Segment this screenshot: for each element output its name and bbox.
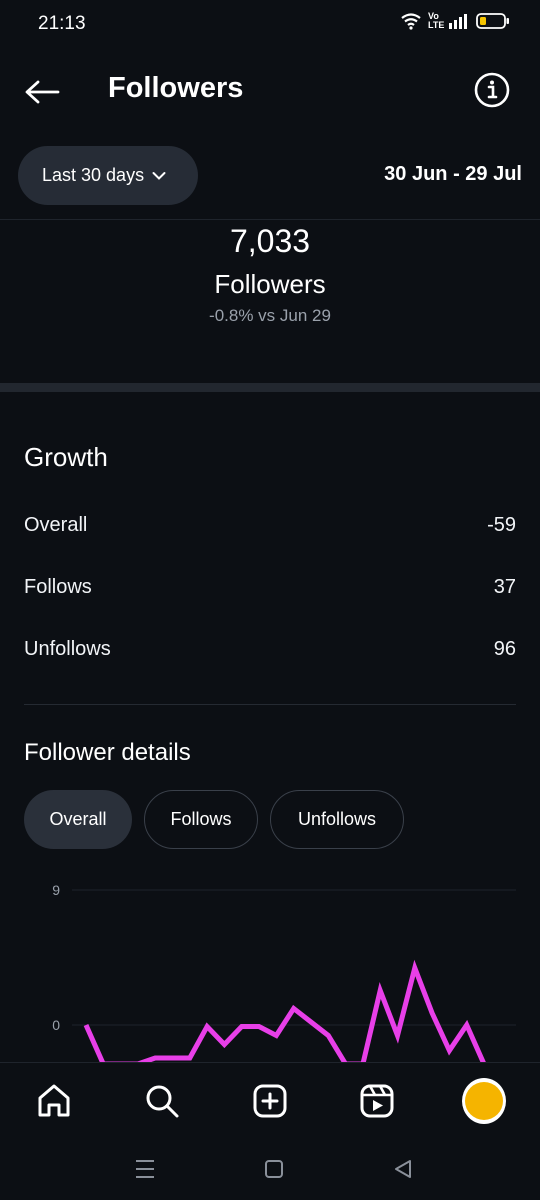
back-arrow-icon [25, 80, 60, 104]
nav-search[interactable] [140, 1079, 184, 1123]
chart-series-line [83, 959, 486, 1062]
followers-summary: 7,033 Followers -0.8% vs Jun 29 [0, 222, 540, 327]
page-title: Followers [108, 72, 244, 104]
growth-row-overall: Overall -59 [24, 514, 516, 537]
tab-follows[interactable]: Follows [144, 790, 258, 849]
growth-title: Growth [24, 442, 108, 472]
growth-row-unfollows: Unfollows 96 [24, 638, 516, 661]
period-label: Last 30 days [42, 165, 145, 185]
tab-overall[interactable]: Overall [24, 790, 132, 849]
header: Followers [0, 60, 540, 122]
info-button[interactable] [472, 70, 512, 110]
chart-tick-label: 0 [52, 1017, 60, 1033]
info-icon [474, 72, 510, 108]
followers-label: Followers [214, 269, 326, 299]
chart-svg: 90 [52, 882, 516, 1062]
chevron-down-icon [152, 171, 166, 180]
bottom-nav [0, 1062, 540, 1138]
triangle-back-icon [395, 1160, 411, 1178]
status-time: 21:13 [38, 13, 86, 34]
growth-row-label: Unfollows [24, 638, 111, 660]
nav-profile[interactable] [462, 1078, 506, 1124]
status-icons: Vo LTE [400, 12, 510, 30]
search-icon [146, 1085, 179, 1118]
system-home-button[interactable] [261, 1156, 287, 1182]
growth-row-value: 37 [493, 576, 516, 598]
nav-home[interactable] [32, 1079, 76, 1123]
divider [0, 219, 540, 220]
wifi-icon [401, 13, 421, 30]
growth-row-label: Overall [24, 514, 88, 536]
nav-reels[interactable] [355, 1079, 399, 1123]
tab-unfollows[interactable]: Unfollows [270, 790, 404, 849]
divider [24, 704, 516, 705]
followers-count: 7,033 [229, 223, 311, 259]
period-selector[interactable]: Last 30 days [18, 146, 198, 205]
section-divider [0, 383, 540, 392]
status-bar: 21:13 Vo LTE [0, 0, 540, 48]
reels-icon [360, 1084, 394, 1118]
growth-row-follows: Follows 37 [24, 576, 516, 599]
system-back-button[interactable] [390, 1156, 416, 1182]
system-nav [0, 1138, 540, 1200]
square-icon [265, 1160, 283, 1178]
growth-row-label: Follows [24, 576, 92, 598]
chart-tick-label: 9 [52, 882, 60, 898]
avatar [462, 1078, 506, 1124]
create-icon [253, 1084, 287, 1118]
menu-icon [136, 1160, 154, 1178]
avatar-image [465, 1082, 503, 1120]
volte-label: Vo LTE [428, 11, 445, 30]
home-icon [38, 1084, 70, 1117]
followers-delta: -0.8% vs Jun 29 [209, 306, 331, 325]
details-title: Follower details [24, 739, 191, 766]
back-button[interactable] [20, 70, 64, 114]
nav-create[interactable] [248, 1079, 292, 1123]
growth-row-value: 96 [493, 638, 516, 660]
system-menu-button[interactable] [132, 1156, 158, 1182]
growth-row-value: -59 [487, 514, 516, 536]
date-range: 30 Jun - 29 Jul [384, 163, 522, 185]
battery-icon [476, 13, 509, 29]
follower-chart: 90 [0, 870, 540, 1062]
signal-icon [449, 14, 467, 29]
